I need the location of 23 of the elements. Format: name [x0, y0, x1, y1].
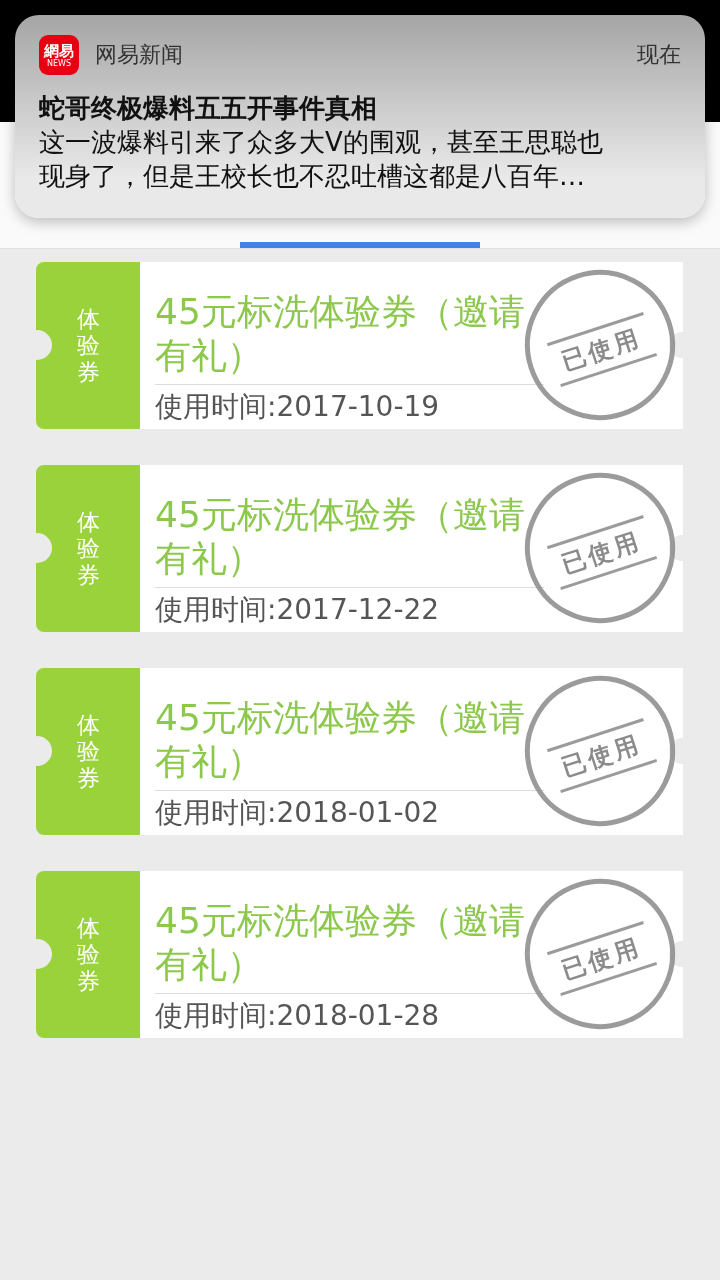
notification-body: 这一波爆料引来了众多大V的围观，甚至王思聪也现身了，但是王校长也不忍吐槽这都是八百年… — [39, 126, 604, 193]
stamp-label: 已使用 — [546, 921, 657, 997]
app-icon-text: 網易 — [44, 42, 74, 59]
coupon-tag: 体验券 — [76, 711, 100, 792]
usage-date: 使用时间:2017-12-22 — [155, 592, 441, 628]
coupon-tag: 体验券 — [76, 508, 100, 589]
app-name: 网易新闻 — [95, 41, 184, 69]
coupon-title: 45元标洗体验券（邀请有礼） — [155, 290, 544, 385]
coupon-title: 45元标洗体验券（邀请有礼） — [155, 696, 544, 791]
coupon-tag: 体验券 — [76, 914, 100, 995]
stamp-label: 已使用 — [546, 515, 657, 591]
coupon-title: 45元标洗体验券（邀请有礼） — [155, 899, 544, 994]
usage-date: 使用时间:2018-01-28 — [155, 998, 441, 1034]
app-icon-subtext: NEWS — [47, 58, 71, 68]
coupon-tag: 体验券 — [76, 305, 100, 386]
usage-date: 使用时间:2018-01-02 — [155, 795, 441, 831]
usage-date: 使用时间:2017-10-19 — [155, 389, 441, 425]
stamp-label: 已使用 — [546, 718, 657, 794]
stamp-label: 已使用 — [546, 312, 657, 388]
notification-title: 蛇哥终极爆料五五开事件真相 — [39, 92, 378, 125]
coupon-title: 45元标洗体验券（邀请有礼） — [155, 493, 544, 588]
notification-time: 现在 — [637, 41, 681, 69]
notification-banner[interactable]: 網易 NEWS 网易新闻 现在 蛇哥终极爆料五五开事件真相 这一波爆料引来了众多大V的围观，甚至王思聪也现身了，但是王校长也不忍吐槽这都是八百年… — [15, 15, 705, 218]
